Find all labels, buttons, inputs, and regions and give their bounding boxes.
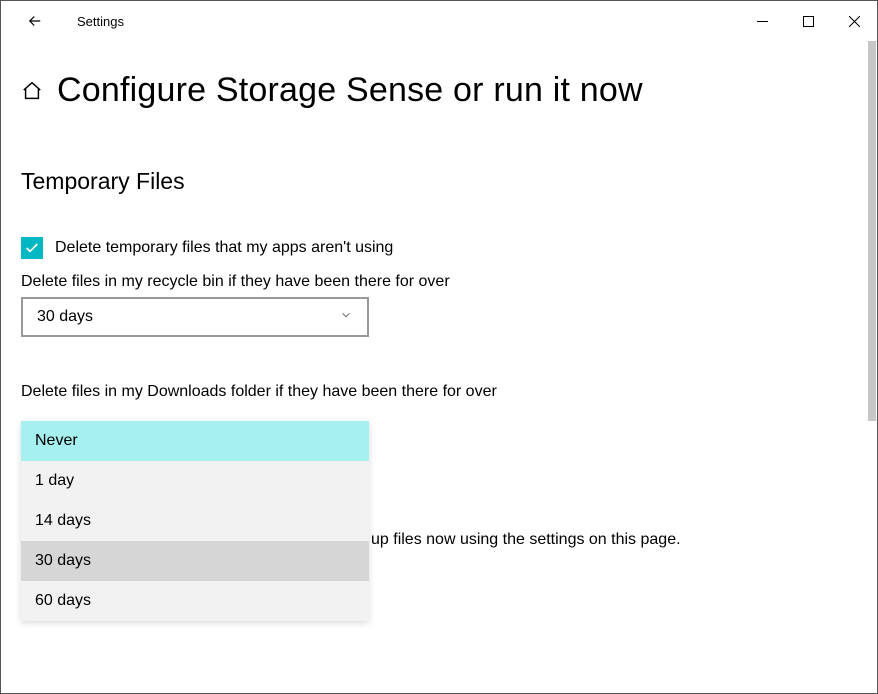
free-space-description: up files now using the settings on this … (371, 531, 681, 548)
dropdown-option-1-day[interactable]: 1 day (21, 461, 369, 501)
window-controls (739, 1, 877, 41)
checkmark-icon (24, 240, 40, 256)
delete-temp-files-checkbox-row[interactable]: Delete temporary files that my apps aren… (21, 237, 853, 259)
maximize-button[interactable] (785, 1, 831, 41)
downloads-select-dropdown[interactable]: Never 1 day 14 days 30 days 60 days (21, 421, 369, 621)
delete-temp-files-label: Delete temporary files that my apps aren… (55, 239, 393, 257)
section-title-temp-files: Temporary Files (21, 168, 853, 195)
checkbox-checked[interactable] (21, 237, 43, 259)
arrow-left-icon (26, 12, 44, 30)
dropdown-option-14-days[interactable]: 14 days (21, 501, 369, 541)
dropdown-option-never[interactable]: Never (21, 421, 369, 461)
maximize-icon (803, 16, 814, 27)
page-header: Configure Storage Sense or run it now (21, 71, 853, 110)
dropdown-option-30-days[interactable]: 30 days (21, 541, 369, 581)
minimize-button[interactable] (739, 1, 785, 41)
recycle-bin-label: Delete files in my recycle bin if they h… (21, 273, 853, 291)
titlebar: Settings (1, 1, 877, 41)
recycle-bin-select-value: 30 days (37, 308, 93, 326)
downloads-label: Delete files in my Downloads folder if t… (21, 383, 853, 401)
page-title: Configure Storage Sense or run it now (57, 71, 643, 110)
app-title: Settings (77, 14, 124, 29)
minimize-icon (757, 16, 768, 27)
scrollbar[interactable] (868, 41, 876, 421)
close-button[interactable] (831, 1, 877, 41)
back-button[interactable] (21, 12, 49, 30)
recycle-bin-select[interactable]: 30 days (21, 297, 369, 337)
close-icon (849, 16, 860, 27)
home-icon[interactable] (21, 80, 43, 102)
dropdown-option-60-days[interactable]: 60 days (21, 581, 369, 621)
chevron-down-icon (339, 308, 353, 327)
